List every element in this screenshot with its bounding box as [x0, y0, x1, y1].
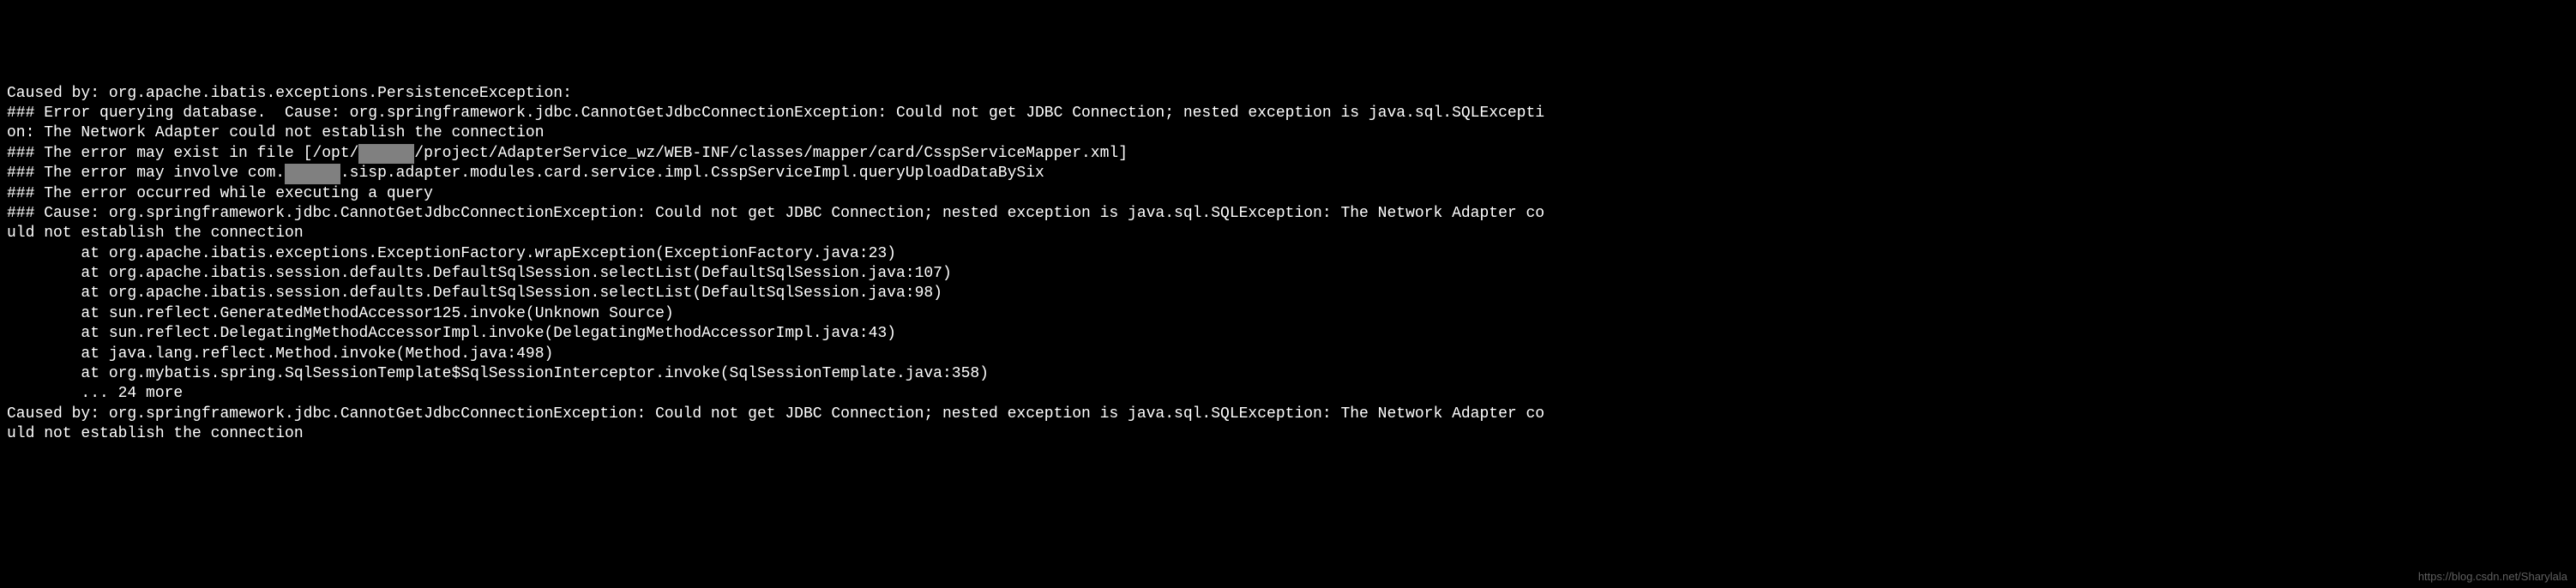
- log-line: at java.lang.reflect.Method.invoke(Metho…: [7, 345, 2569, 364]
- log-text: ### The error may involve com.: [7, 165, 285, 182]
- log-line: on: The Network Adapter could not establ…: [7, 123, 2569, 143]
- log-text: .sisp.adapter.modules.card.service.impl.…: [340, 165, 1044, 182]
- log-text: ### Error querying database. Cause: org.…: [7, 105, 1544, 122]
- redacted-block: xxxxxx: [285, 164, 340, 183]
- log-text: ### The error may exist in file [/opt/: [7, 145, 358, 162]
- log-text: uld not establish the connection: [7, 225, 304, 242]
- log-line: ### The error may involve com.xxxxxx.sis…: [7, 164, 2569, 183]
- log-line: ### The error occurred while executing a…: [7, 184, 2569, 204]
- log-line: at sun.reflect.GeneratedMethodAccessor12…: [7, 304, 2569, 324]
- log-line: uld not establish the connection: [7, 424, 2569, 444]
- log-text: Caused by: org.apache.ibatis.exceptions.…: [7, 85, 572, 102]
- log-line: ### Cause: org.springframework.jdbc.Cann…: [7, 204, 2569, 224]
- log-text: at java.lang.reflect.Method.invoke(Metho…: [7, 345, 553, 363]
- log-text: at org.apache.ibatis.session.defaults.De…: [7, 265, 952, 282]
- log-text: at org.mybatis.spring.SqlSessionTemplate…: [7, 365, 989, 382]
- log-line: ... 24 more: [7, 384, 2569, 404]
- log-text: on: The Network Adapter could not establ…: [7, 124, 545, 141]
- log-text: /project/AdapterService_wz/WEB-INF/class…: [414, 145, 1128, 162]
- log-line: at org.apache.ibatis.exceptions.Exceptio…: [7, 244, 2569, 264]
- log-line: at org.apache.ibatis.session.defaults.De…: [7, 284, 2569, 303]
- log-line: ### Error querying database. Cause: org.…: [7, 104, 2569, 123]
- watermark-text: https://blog.csdn.net/Sharylala: [2418, 570, 2567, 585]
- terminal-log-output: Caused by: org.apache.ibatis.exceptions.…: [7, 84, 2569, 445]
- log-line: uld not establish the connection: [7, 224, 2569, 243]
- log-text: uld not establish the connection: [7, 425, 304, 442]
- log-line: at org.apache.ibatis.session.defaults.De…: [7, 264, 2569, 284]
- log-line: at org.mybatis.spring.SqlSessionTemplate…: [7, 364, 2569, 384]
- log-line: ### The error may exist in file [/opt/xx…: [7, 144, 2569, 164]
- redacted-block: xxxxxx: [358, 144, 414, 164]
- log-line: Caused by: org.springframework.jdbc.Cann…: [7, 405, 2569, 424]
- log-text: at org.apache.ibatis.exceptions.Exceptio…: [7, 245, 896, 262]
- log-line: Caused by: org.apache.ibatis.exceptions.…: [7, 84, 2569, 104]
- log-line: at sun.reflect.DelegatingMethodAccessorI…: [7, 324, 2569, 344]
- log-text: Caused by: org.springframework.jdbc.Cann…: [7, 405, 1544, 423]
- log-text: ... 24 more: [7, 385, 183, 402]
- log-text: at org.apache.ibatis.session.defaults.De…: [7, 285, 942, 302]
- log-text: ### Cause: org.springframework.jdbc.Cann…: [7, 205, 1544, 222]
- log-text: ### The error occurred while executing a…: [7, 185, 433, 202]
- log-text: at sun.reflect.GeneratedMethodAccessor12…: [7, 305, 674, 322]
- log-text: at sun.reflect.DelegatingMethodAccessorI…: [7, 325, 896, 342]
